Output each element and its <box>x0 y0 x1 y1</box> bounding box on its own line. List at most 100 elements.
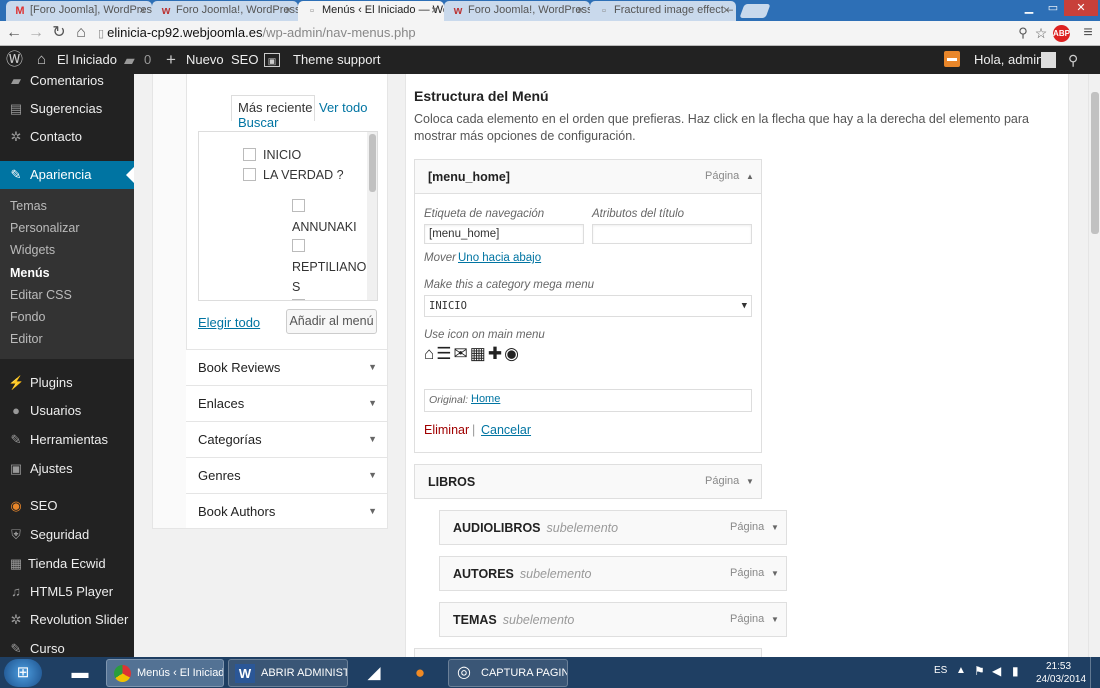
select-all-link[interactable]: Elegir todo <box>198 315 260 330</box>
sidebar-item-ajustes[interactable]: ▣ Ajustes <box>0 455 134 483</box>
taskbar-button-chrome[interactable]: Menús ‹ El Iniciad... <box>106 659 224 687</box>
sidebar-item-herramientas[interactable]: ✎ Herramientas <box>0 426 134 454</box>
tab-search[interactable]: Buscar <box>238 115 278 130</box>
arrow-up-icon[interactable]: ▲ <box>746 172 754 181</box>
submenu-item-widgets[interactable]: Widgets <box>10 240 55 260</box>
close-icon[interactable]: × <box>285 3 292 17</box>
sidebar-item-revolution-slider[interactable]: ✲ Revolution Slider <box>0 606 134 634</box>
accordion-book-authors[interactable]: Book Authors ▼ <box>186 493 387 529</box>
greeting-link[interactable]: Hola, admin <box>974 46 1043 74</box>
browser-tab[interactable]: w Foro Joomla!, WordPress × <box>152 1 298 21</box>
show-desktop-button[interactable] <box>1090 657 1100 688</box>
sidebar-item-apariencia[interactable]: ✎ Apariencia <box>0 161 134 189</box>
accordion-book-reviews[interactable]: Book Reviews ▼ <box>186 349 387 385</box>
search-icon[interactable]: ⚲ <box>1068 46 1078 74</box>
mail-icon[interactable]: ✉ <box>454 345 468 363</box>
flag-icon[interactable]: ⚑ <box>974 664 985 678</box>
scrollbar-thumb[interactable] <box>369 134 376 192</box>
accordion-genres[interactable]: Genres ▼ <box>186 457 387 493</box>
accordion-categorias[interactable]: Categorías ▼ <box>186 421 387 457</box>
sidebar-item-comentarios[interactable]: ▰ Comentarios <box>0 67 134 95</box>
language-indicator[interactable]: ES <box>934 665 947 676</box>
tab-most-recent[interactable]: Más reciente <box>238 100 312 115</box>
tray-arrow-icon[interactable]: ▲ <box>956 665 966 676</box>
home-icon[interactable]: ⌂ <box>424 345 434 363</box>
submenu-item-editor[interactable]: Editor <box>10 329 43 349</box>
submenu-item-menus[interactable]: Menús <box>10 263 50 283</box>
menu-item-partial[interactable] <box>414 648 762 657</box>
clock-time[interactable]: 21:53 <box>1046 661 1071 672</box>
original-link[interactable]: Home <box>471 393 500 405</box>
menu-icon[interactable]: ☰ <box>436 345 451 363</box>
browser-tab[interactable]: M [Foro Joomla], WordPress × <box>6 1 152 21</box>
submenu-item-editar-css[interactable]: Editar CSS <box>10 285 72 305</box>
app-icon[interactable]: ◢ <box>354 659 394 687</box>
play-icon[interactable]: ◉ <box>504 345 519 363</box>
arrow-down-icon[interactable]: ▼ <box>746 477 754 486</box>
sidebar-item-contacto[interactable]: ✲ Contacto <box>0 123 134 151</box>
close-window-icon[interactable]: ✕ <box>1064 0 1098 16</box>
nav-label-input[interactable]: [menu_home] <box>424 224 584 244</box>
sidebar-item-plugins[interactable]: ⚡ Plugins <box>0 369 134 397</box>
submenu-item-temas[interactable]: Temas <box>10 196 47 216</box>
firefox-icon[interactable]: ● <box>400 659 440 687</box>
back-icon[interactable]: ← <box>5 24 23 42</box>
arrow-down-icon[interactable]: ▼ <box>771 523 779 532</box>
close-icon[interactable]: × <box>431 3 438 17</box>
page-scrollbar-thumb[interactable] <box>1091 92 1099 234</box>
menu-item-autores[interactable]: AUTORES subelemento Página ▼ <box>439 556 787 591</box>
sidebar-item-seo[interactable]: ◉ SEO <box>0 492 134 520</box>
move-down-link[interactable]: Uno hacia abajo <box>458 252 541 264</box>
new-link[interactable]: Nuevo <box>186 46 224 74</box>
volume-icon[interactable]: ◀ <box>992 664 1001 678</box>
pages-checklist[interactable]: INICIO LA VERDAD ? ANNUNAKI REPTILIANO S <box>198 131 378 301</box>
reload-icon[interactable]: ↻ <box>50 24 68 42</box>
theme-support-link[interactable]: Theme support <box>293 46 380 74</box>
arrow-down-icon[interactable]: ▼ <box>771 615 779 624</box>
menu-item-libros[interactable]: LIBROS Página ▼ <box>414 464 762 499</box>
delete-link[interactable]: Eliminar <box>424 423 469 437</box>
menu-item-home[interactable]: [menu_home] Página ▲ <box>414 159 762 194</box>
minimize-icon[interactable]: ▁ <box>1016 0 1042 16</box>
submenu-item-fondo[interactable]: Fondo <box>10 307 45 327</box>
home-icon[interactable]: ⌂ <box>72 24 90 42</box>
browser-tab[interactable]: w Foro Joomla!, WordPress × <box>444 1 590 21</box>
seo-link[interactable]: SEO <box>231 46 258 74</box>
submenu-item-personalizar[interactable]: Personalizar <box>10 218 79 238</box>
menu-item-temas[interactable]: TEMAS subelemento Página ▼ <box>439 602 787 637</box>
tab-view-all[interactable]: Ver todo <box>319 100 367 115</box>
start-button[interactable]: ⊞ <box>4 659 42 687</box>
url-field[interactable]: ▯ elinicia-cp92.webjoomla.es/wp-admin/na… <box>98 23 1058 43</box>
mega-menu-select[interactable]: INICIO ▼ <box>424 295 752 317</box>
checkbox[interactable] <box>243 168 256 181</box>
browser-tab[interactable]: ▫ Fractured image effect – F × <box>590 1 736 21</box>
sidebar-item-seguridad[interactable]: ⛨ Seguridad <box>0 521 134 549</box>
folder-icon[interactable]: ▬ <box>60 659 100 687</box>
comments-count[interactable]: 0 <box>144 46 151 74</box>
star-icon[interactable]: ☆ <box>1032 24 1050 42</box>
close-icon[interactable]: × <box>577 3 584 17</box>
taskbar-button-capture[interactable]: ◎ CAPTURA PAGIN... <box>448 659 568 687</box>
forward-icon[interactable]: → <box>27 24 45 42</box>
maximize-icon[interactable]: ▭ <box>1042 0 1064 16</box>
close-icon[interactable]: × <box>723 3 730 17</box>
sidebar-item-sugerencias[interactable]: ▤ Sugerencias <box>0 95 134 123</box>
avatar[interactable] <box>1041 52 1056 68</box>
checkbox[interactable] <box>243 148 256 161</box>
checkbox[interactable] <box>292 299 305 300</box>
network-icon[interactable]: ▮ <box>1012 664 1019 678</box>
clock-date[interactable]: 24/03/2014 <box>1036 674 1086 685</box>
browser-tab-active[interactable]: ▫ Menús ‹ El Iniciado — Wo × <box>298 1 444 21</box>
cancel-link[interactable]: Cancelar <box>481 423 531 437</box>
checkbox[interactable] <box>292 199 305 212</box>
plus-icon[interactable]: ✚ <box>488 345 502 363</box>
sidebar-item-usuarios[interactable]: ● Usuarios <box>0 397 134 425</box>
taskbar-button-word[interactable]: W ABRIR ADMINIST... <box>228 659 348 687</box>
chrome-menu-icon[interactable]: ≡ <box>1079 24 1097 42</box>
notification-icon[interactable]: ▬ <box>944 51 960 67</box>
scrollbar[interactable] <box>367 132 377 300</box>
add-to-menu-button[interactable]: Añadir al menú <box>286 309 377 334</box>
sidebar-item-tienda-ecwid[interactable]: ▦ Tienda Ecwid <box>0 550 134 578</box>
accordion-enlaces[interactable]: Enlaces ▼ <box>186 385 387 421</box>
checkbox[interactable] <box>292 239 305 252</box>
